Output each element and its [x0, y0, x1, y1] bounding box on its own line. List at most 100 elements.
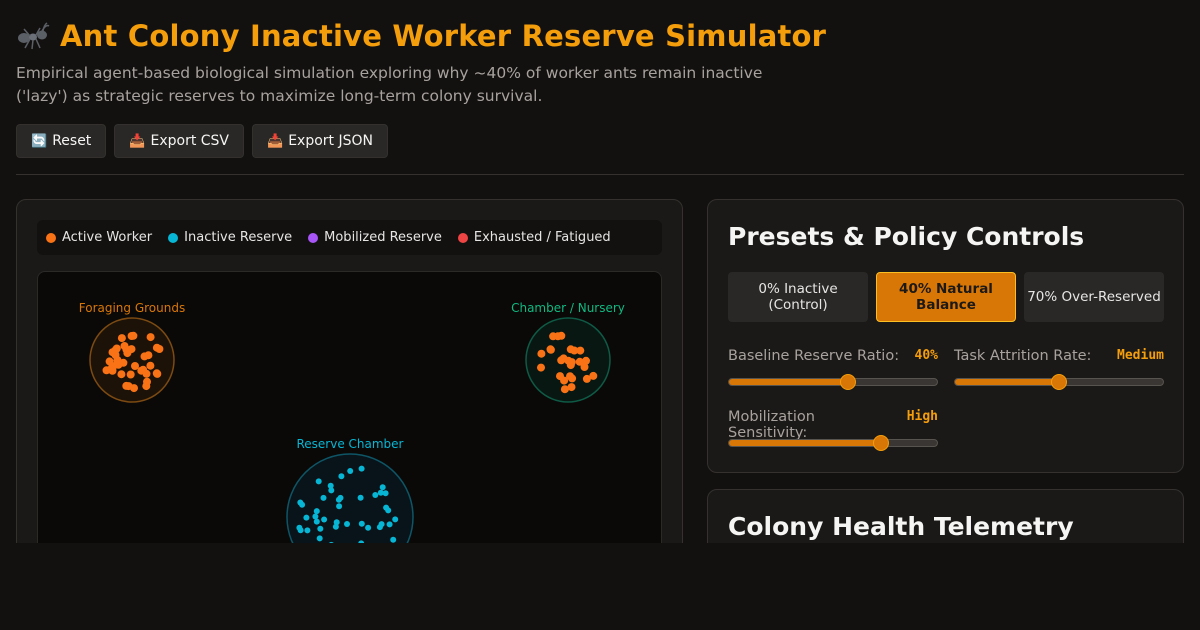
- reset-label: Reset: [52, 133, 92, 149]
- legend-label: Inactive Reserve: [184, 230, 293, 245]
- legend-item-inactive: Inactive Reserve: [168, 230, 292, 245]
- export-json-button[interactable]: 📥 Export JSON: [252, 124, 388, 158]
- slider-attrition-rate: Task Attrition Rate: Medium: [954, 348, 1164, 390]
- legend: Active Worker Inactive Reserve Mobilized…: [37, 220, 662, 255]
- ant-agent: [102, 366, 111, 375]
- ant-agent: [146, 333, 155, 342]
- page-subtitle: Empirical agent-based biological simulat…: [16, 64, 763, 105]
- ant-agent: [117, 334, 126, 343]
- telemetry-title: Colony Health Telemetry: [728, 512, 1074, 541]
- download-icon: 📥: [267, 133, 284, 149]
- slider-thumb[interactable]: [1051, 374, 1067, 390]
- ant-agent: [304, 527, 311, 534]
- controls-title: Presets & Policy Controls: [728, 222, 1085, 251]
- controls-panel: Presets & Policy Controls 0% Inactive (C…: [707, 199, 1184, 473]
- refresh-icon: 🔄: [31, 133, 48, 149]
- slider-label: Baseline Reserve Ratio:: [728, 348, 900, 364]
- ant-agent: [146, 361, 155, 370]
- preset-40-natural[interactable]: 40% Natural Balance: [876, 272, 1016, 322]
- export-csv-label: Export CSV: [150, 133, 230, 149]
- ant-agent: [127, 332, 136, 340]
- ant-agent: [392, 516, 399, 523]
- legend-swatch: [308, 232, 319, 243]
- legend-swatch: [46, 232, 56, 243]
- ant-agent: [557, 331, 566, 340]
- slider-reserve-ratio: Baseline Reserve Ratio: 40%: [728, 348, 938, 390]
- ant-agent: [537, 349, 546, 358]
- ant-agent: [564, 356, 573, 365]
- ant-agent: [358, 465, 365, 472]
- preset-70-over-reserved[interactable]: 70% Over-Reserved: [1024, 272, 1164, 322]
- export-csv-button[interactable]: 📥 Export CSV: [114, 124, 245, 158]
- ant-agent: [112, 344, 121, 353]
- download-icon: 📥: [129, 133, 146, 149]
- page-header: Ant Colony Inactive Worker Reserve Simul…: [16, 16, 1184, 108]
- ant-agent: [144, 351, 153, 360]
- slider-value: 40%: [914, 348, 938, 363]
- ant-agent: [383, 504, 390, 511]
- ant-agent: [313, 518, 320, 525]
- slider-label-row: Mobilization Sensitivity: High: [728, 409, 938, 441]
- preset-group: 0% Inactive (Control) 40% Natural Balanc…: [728, 272, 1164, 322]
- slider-track[interactable]: [728, 435, 938, 451]
- ant-agent: [377, 489, 384, 496]
- zone-label-foraging: Foraging Grounds: [79, 301, 185, 315]
- title-text: Ant Colony Inactive Worker Reserve Simul…: [60, 19, 827, 53]
- slider-thumb[interactable]: [839, 374, 856, 390]
- slider-value: Medium: [1117, 348, 1164, 363]
- ant-icon: [18, 22, 50, 50]
- slider-label-row: Baseline Reserve Ratio: 40%: [728, 348, 938, 364]
- ant-agent: [296, 524, 303, 531]
- legend-label: Mobilized Reserve: [324, 230, 442, 245]
- ant-agent: [549, 332, 558, 341]
- legend-swatch: [457, 232, 468, 243]
- ant-agent: [303, 514, 310, 521]
- ant-agent: [546, 345, 555, 354]
- slider-label: Task Attrition Rate:: [954, 348, 1092, 364]
- ant-agent: [328, 487, 335, 494]
- legend-label: Exhausted / Fatigued: [473, 230, 611, 245]
- reset-button[interactable]: 🔄 Reset: [16, 124, 107, 158]
- ant-agent: [124, 382, 133, 391]
- ant-agent: [386, 521, 393, 528]
- slider-track[interactable]: [728, 374, 938, 390]
- ant-agent: [337, 494, 344, 501]
- preset-0-inactive[interactable]: 0% Inactive (Control): [728, 272, 868, 322]
- ant-agent: [358, 520, 365, 527]
- export-json-label: Export JSON: [288, 133, 373, 149]
- slider-thumb[interactable]: [872, 435, 889, 451]
- ant-agent: [580, 363, 589, 371]
- ant-agent: [315, 478, 322, 485]
- ant-agent: [582, 374, 591, 383]
- ant-agent: [127, 345, 136, 354]
- ant-agent: [336, 503, 343, 510]
- legend-item-active: Active Worker: [46, 230, 152, 245]
- ant-agent: [137, 366, 146, 375]
- ant-agent: [119, 358, 128, 367]
- ant-agent: [566, 345, 575, 354]
- legend-item-mobilized: Mobilized Reserve: [308, 230, 442, 245]
- ant-agent: [321, 516, 328, 523]
- ant-agent: [372, 492, 379, 498]
- ant-agent: [109, 362, 118, 371]
- ant-agent: [153, 369, 162, 378]
- legend-label: Active Worker: [62, 230, 153, 245]
- ant-agent: [557, 356, 566, 365]
- toolbar: 🔄 Reset 📥 Export CSV 📥 Export JSON: [16, 124, 388, 158]
- ant-agent: [312, 513, 319, 520]
- legend-item-exhausted: Exhausted / Fatigued: [457, 230, 611, 245]
- ant-agent: [117, 370, 126, 379]
- page-bottom-area: [0, 543, 1200, 630]
- slider-fill: [729, 379, 848, 385]
- ant-agent: [537, 363, 545, 372]
- ant-agent: [297, 499, 304, 506]
- ant-agent: [378, 521, 385, 528]
- ant-agent: [338, 473, 345, 480]
- ant-agent: [313, 508, 320, 515]
- slider-track[interactable]: [954, 374, 1164, 390]
- ant-agent: [120, 342, 129, 350]
- simulation-panel: Active Worker Inactive Reserve Mobilized…: [16, 199, 683, 599]
- ant-agent: [317, 525, 324, 532]
- header-divider: [16, 174, 1184, 175]
- zone-label-nursery: Chamber / Nursery: [511, 301, 625, 315]
